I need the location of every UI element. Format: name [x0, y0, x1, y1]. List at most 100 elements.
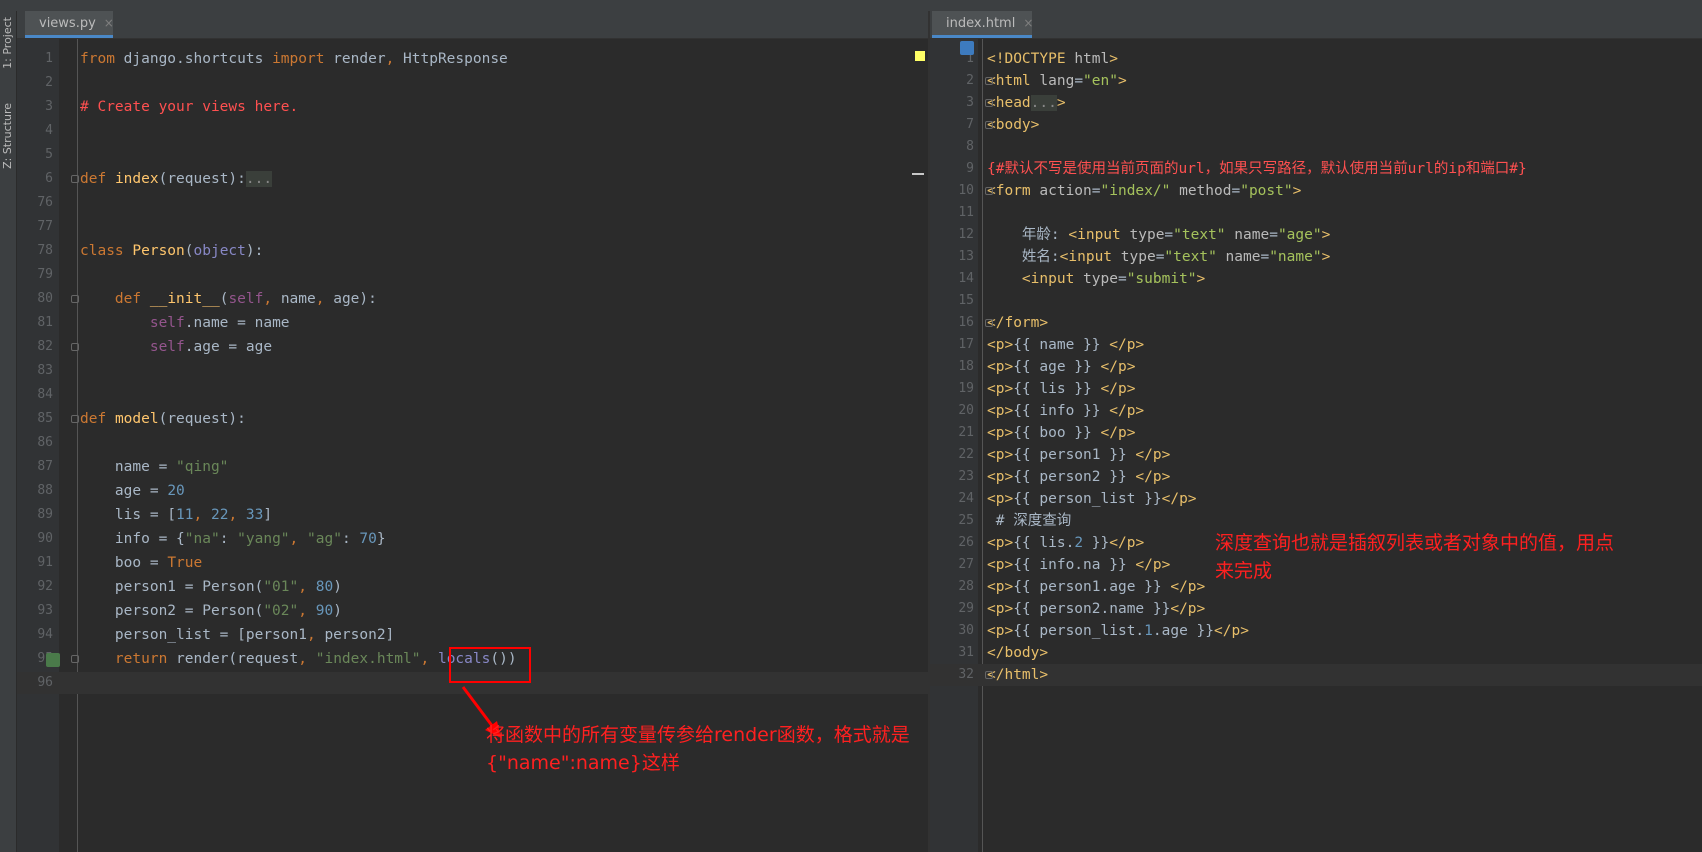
- code-line[interactable]: person1 = Person("01", 80): [80, 579, 342, 595]
- code-line[interactable]: self.name = name: [80, 315, 290, 331]
- project-tool-label: 1: Project: [1, 17, 14, 69]
- line-number: 28: [958, 579, 974, 594]
- line-number: 31: [958, 645, 974, 660]
- right-tab-bar: index.html ×: [930, 11, 1702, 39]
- code-line[interactable]: boo = True: [80, 555, 202, 571]
- line-number: 3: [45, 99, 53, 114]
- code-line[interactable]: def __init__(self, name, age):: [80, 291, 377, 307]
- fold-icon[interactable]: [71, 295, 79, 303]
- code-line[interactable]: </form>: [987, 315, 1048, 331]
- code-line[interactable]: <!DOCTYPE html>: [987, 51, 1118, 67]
- code-line[interactable]: age = 20: [80, 483, 185, 499]
- code-line[interactable]: 年龄: <input type="text" name="age">: [987, 227, 1330, 243]
- line-number: 22: [958, 447, 974, 462]
- line-number: 77: [37, 219, 53, 234]
- fold-icon[interactable]: [985, 187, 993, 195]
- line-number: 9: [966, 161, 974, 176]
- fold-icon[interactable]: [985, 121, 993, 129]
- fold-icon[interactable]: [985, 319, 993, 327]
- line-number: 16: [958, 315, 974, 330]
- line-number: 14: [958, 271, 974, 286]
- code-line[interactable]: <body>: [987, 117, 1039, 133]
- code-line[interactable]: <p>{{ person_list.1.age }}</p>: [987, 623, 1249, 639]
- code-line[interactable]: <p>{{ age }} </p>: [987, 359, 1135, 375]
- line-number: 29: [958, 601, 974, 616]
- code-line[interactable]: </html>: [987, 667, 1048, 683]
- tab-views-py[interactable]: views.py ×: [25, 11, 114, 38]
- line-number: 26: [958, 535, 974, 550]
- code-line[interactable]: def index(request):...: [80, 171, 273, 187]
- line-number: 24: [958, 491, 974, 506]
- fold-icon[interactable]: [71, 415, 79, 423]
- line-number: 2: [45, 75, 53, 90]
- index-html-editor[interactable]: index.html × 1 <!DOCTYPE html> 2 <html lang…: [930, 11, 1702, 852]
- code-line[interactable]: <p>{{ boo }} </p>: [987, 425, 1135, 441]
- code-line[interactable]: class Person(object):: [80, 243, 263, 259]
- tab-views-py-label: views.py: [39, 15, 96, 31]
- code-line[interactable]: <p>{{ name }} </p>: [987, 337, 1144, 353]
- tab-index-html[interactable]: index.html ×: [932, 11, 1033, 38]
- html-template-navigate-icon[interactable]: [46, 653, 60, 667]
- views-py-editor[interactable]: views.py × 1 from django.shortcuts import…: [17, 11, 928, 852]
- line-number: 3: [966, 95, 974, 110]
- annotation-depth-query-line2: 来完成: [1215, 560, 1273, 582]
- code-line[interactable]: {#默认不写是使用当前页面的url，如果只写路径，默认使用当前url的ip和端口…: [987, 161, 1527, 177]
- code-line[interactable]: name = "qing": [80, 459, 229, 475]
- structure-tool-tab[interactable]: Z: Structure: [1, 103, 15, 169]
- inspection-status-icon[interactable]: [915, 51, 925, 61]
- code-line[interactable]: <p>{{ person2 }} </p>: [987, 469, 1170, 485]
- code-line[interactable]: from django.shortcuts import render, Htt…: [80, 51, 508, 67]
- tool-window-strip: 1: Project Z: Structure: [0, 11, 17, 852]
- code-line[interactable]: # Create your views here.: [80, 99, 298, 115]
- code-line[interactable]: def model(request):: [80, 411, 246, 427]
- code-line[interactable]: <p>{{ info.na }} </p>: [987, 557, 1170, 573]
- fold-icon[interactable]: [71, 343, 79, 351]
- code-line[interactable]: <p>{{ lis.2 }}</p>: [987, 535, 1144, 551]
- top-toolbar-strip: [0, 0, 1702, 11]
- scrollbar-marker[interactable]: [912, 173, 924, 175]
- code-line[interactable]: <p>{{ person1 }} </p>: [987, 447, 1170, 463]
- close-icon[interactable]: ×: [1023, 16, 1033, 30]
- code-line[interactable]: person2 = Person("02", 90): [80, 603, 342, 619]
- annotation-depth-query-line1: 深度查询也就是插叙列表或者对象中的值，用点: [1215, 532, 1615, 554]
- code-line[interactable]: person_list = [person1, person2]: [80, 627, 394, 643]
- fold-icon[interactable]: [985, 671, 993, 679]
- line-number: 8: [966, 139, 974, 154]
- code-line[interactable]: # 深度查询: [987, 513, 1071, 529]
- code-line[interactable]: <head...>: [987, 95, 1066, 111]
- line-number: 7: [966, 117, 974, 132]
- project-tool-tab[interactable]: 1: Project: [1, 17, 15, 69]
- line-number: 19: [958, 381, 974, 396]
- code-line[interactable]: <html lang="en">: [987, 73, 1127, 89]
- code-line[interactable]: <p>{{ person2.name }}</p>: [987, 601, 1205, 617]
- left-fold-gutter-line: [77, 39, 78, 852]
- code-line[interactable]: self.age = age: [80, 339, 272, 355]
- code-line[interactable]: </body>: [987, 645, 1048, 661]
- line-number: 86: [37, 435, 53, 450]
- line-number: 78: [37, 243, 53, 258]
- fold-icon[interactable]: [71, 175, 79, 183]
- code-line[interactable]: info = {"na": "yang", "ag": 70}: [80, 531, 386, 547]
- code-line[interactable]: <p>{{ person_list }}</p>: [987, 491, 1197, 507]
- close-icon[interactable]: ×: [104, 16, 114, 30]
- code-line[interactable]: <p>{{ info }} </p>: [987, 403, 1144, 419]
- code-line[interactable]: 姓名:<input type="text" name="name">: [987, 249, 1330, 265]
- line-number: 23: [958, 469, 974, 484]
- line-number: 21: [958, 425, 974, 440]
- python-navigate-icon[interactable]: [960, 41, 974, 55]
- code-line[interactable]: <p>{{ person1.age }} </p>: [987, 579, 1205, 595]
- locals-highlight-box: [449, 647, 531, 683]
- line-number: 79: [37, 267, 53, 282]
- code-line[interactable]: <form action="index/" method="post">: [987, 183, 1301, 199]
- line-number: 10: [958, 183, 974, 198]
- fold-icon[interactable]: [985, 99, 993, 107]
- line-number: 90: [37, 531, 53, 546]
- line-number: 20: [958, 403, 974, 418]
- fold-icon[interactable]: [71, 655, 79, 663]
- line-number: 27: [958, 557, 974, 572]
- code-line[interactable]: <input type="submit">: [987, 271, 1205, 287]
- code-line[interactable]: <p>{{ lis }} </p>: [987, 381, 1135, 397]
- code-line[interactable]: lis = [11, 22, 33]: [80, 507, 272, 523]
- fold-icon[interactable]: [985, 77, 993, 85]
- left-tab-bar: views.py ×: [17, 11, 928, 39]
